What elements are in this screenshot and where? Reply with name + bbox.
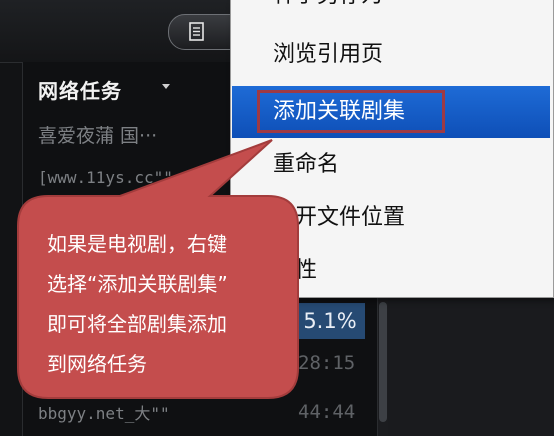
menu-item-save-torrent[interactable]: 种子另存为··· bbox=[231, 0, 553, 22]
callout-text-line: 选择“添加关联剧集” bbox=[47, 272, 228, 296]
task-duration: 28:15 bbox=[298, 352, 356, 374]
scrollbar-thumb[interactable] bbox=[379, 302, 387, 422]
menu-item-browse-referrer[interactable]: 浏览引用页 bbox=[231, 29, 553, 81]
list-divider bbox=[22, 62, 23, 436]
menu-item-label: 属性 bbox=[273, 258, 318, 283]
caret-down-icon[interactable] bbox=[162, 84, 170, 89]
context-menu: 种子另存为··· 浏览引用页 添加关联剧集 重命名 打开文件位置 属性 bbox=[230, 0, 554, 298]
menu-item-open-file-location[interactable]: 打开文件位置 bbox=[231, 192, 553, 244]
annotation-highlight-box bbox=[257, 90, 445, 133]
menu-item-label: 打开文件位置 bbox=[273, 205, 406, 230]
task-list-header[interactable]: 网络任务 bbox=[38, 75, 122, 104]
menu-item-label: 种子另存为··· bbox=[273, 0, 404, 22]
callout-text-line: 到网络任务 bbox=[47, 352, 147, 376]
menu-item-rename[interactable]: 重命名 bbox=[231, 139, 553, 191]
task-row-title[interactable]: bbgyy.net_大"" bbox=[38, 400, 170, 424]
callout-text-line: 即可将全部剧集添加 bbox=[47, 312, 227, 336]
task-row-title[interactable]: 喜爱夜蒲 国··· bbox=[38, 121, 157, 148]
task-duration: 44:44 bbox=[298, 401, 356, 423]
menu-item-label: 重命名 bbox=[273, 152, 340, 177]
menu-item-properties[interactable]: 属性 bbox=[231, 245, 553, 297]
task-row-title[interactable]: [www.11ys.cc"" bbox=[38, 168, 173, 187]
menu-item-label: 浏览引用页 bbox=[273, 42, 384, 67]
document-list-icon bbox=[189, 22, 205, 41]
task-progress-cell[interactable]: 5.1% bbox=[295, 303, 365, 339]
callout-text-line: 如果是电视剧，右键 bbox=[47, 232, 227, 256]
